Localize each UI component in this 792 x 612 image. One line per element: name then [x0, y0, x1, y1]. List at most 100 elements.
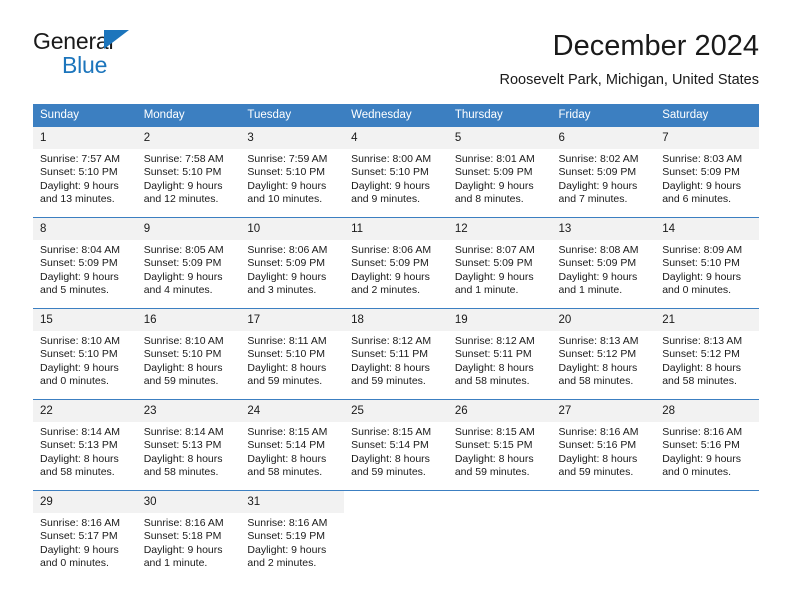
weekday-header-friday: Friday [551, 104, 656, 127]
daylight-text: Daylight: 8 hours and 59 minutes. [558, 452, 638, 479]
sunset-text: Sunset: 5:14 PM [351, 439, 429, 452]
sunrise-text: Sunrise: 8:12 AM [454, 335, 535, 347]
calendar-day-cell[interactable]: 4 Sunrise: 8:00 AM Sunset: 5:10 PM Dayli… [344, 126, 448, 218]
calendar-day-cell-empty [655, 490, 759, 581]
calendar-day-cell[interactable]: 11 Sunrise: 8:06 AM Sunset: 5:09 PM Dayl… [344, 217, 448, 309]
calendar-day-cell[interactable]: 14 Sunrise: 8:09 AM Sunset: 5:10 PM Dayl… [655, 217, 759, 309]
sunrise-text: Sunrise: 8:09 AM [662, 244, 743, 256]
calendar-day-cell[interactable]: 24 Sunrise: 8:15 AM Sunset: 5:14 PM Dayl… [240, 399, 345, 491]
calendar-day-cell[interactable]: 16 Sunrise: 8:10 AM Sunset: 5:10 PM Dayl… [136, 308, 241, 400]
calendar-day-cell[interactable]: 10 Sunrise: 8:06 AM Sunset: 5:09 PM Dayl… [240, 217, 345, 309]
day-info: Sunrise: 8:01 AM Sunset: 5:09 PM Dayligh… [448, 149, 552, 207]
calendar-header-row: Sunday Monday Tuesday Wednesday Thursday… [33, 104, 759, 127]
day-info: Sunrise: 8:12 AM Sunset: 5:11 PM Dayligh… [448, 331, 552, 389]
day-cell-content: 8 Sunrise: 8:04 AM Sunset: 5:09 PM Dayli… [33, 218, 137, 308]
calendar-week-row: 8 Sunrise: 8:04 AM Sunset: 5:09 PM Dayli… [33, 217, 759, 309]
sunrise-text: Sunrise: 8:15 AM [247, 426, 328, 438]
day-info: Sunrise: 8:15 AM Sunset: 5:15 PM Dayligh… [448, 422, 552, 480]
sunset-text: Sunset: 5:10 PM [143, 348, 222, 361]
sunset-text: Sunset: 5:09 PM [454, 257, 533, 270]
daylight-text: Daylight: 8 hours and 58 minutes. [454, 361, 534, 388]
calendar-day-cell[interactable]: 28 Sunrise: 8:16 AM Sunset: 5:16 PM Dayl… [655, 399, 759, 491]
daylight-text: Daylight: 9 hours and 1 minute. [143, 543, 223, 570]
sunset-text: Sunset: 5:09 PM [247, 257, 326, 270]
daylight-text: Daylight: 9 hours and 7 minutes. [558, 179, 638, 206]
calendar-day-cell[interactable]: 6 Sunrise: 8:02 AM Sunset: 5:09 PM Dayli… [551, 126, 656, 218]
sunrise-text: Sunrise: 8:07 AM [454, 244, 535, 256]
day-number: 20 [551, 309, 656, 331]
day-cell-content: 13 Sunrise: 8:08 AM Sunset: 5:09 PM Dayl… [551, 218, 656, 308]
calendar-day-cell[interactable]: 18 Sunrise: 8:12 AM Sunset: 5:11 PM Dayl… [344, 308, 448, 400]
day-info: Sunrise: 8:16 AM Sunset: 5:16 PM Dayligh… [655, 422, 759, 480]
day-number: 13 [551, 218, 656, 240]
sunrise-text: Sunrise: 8:01 AM [454, 153, 535, 165]
sunrise-text: Sunrise: 7:59 AM [247, 153, 328, 165]
calendar-day-cell[interactable]: 17 Sunrise: 8:11 AM Sunset: 5:10 PM Dayl… [240, 308, 345, 400]
calendar-day-cell[interactable]: 19 Sunrise: 8:12 AM Sunset: 5:11 PM Dayl… [447, 308, 552, 400]
logo-triangle-icon [104, 30, 129, 49]
day-number: 4 [344, 127, 448, 149]
calendar-day-cell[interactable]: 12 Sunrise: 8:07 AM Sunset: 5:09 PM Dayl… [447, 217, 552, 309]
day-cell-content: 5 Sunrise: 8:01 AM Sunset: 5:09 PM Dayli… [447, 127, 552, 217]
sunrise-text: Sunrise: 7:58 AM [143, 153, 224, 165]
day-cell-content: 1 Sunrise: 7:57 AM Sunset: 5:10 PM Dayli… [33, 127, 137, 217]
calendar-day-cell[interactable]: 7 Sunrise: 8:03 AM Sunset: 5:09 PM Dayli… [655, 126, 759, 218]
calendar-day-cell[interactable]: 20 Sunrise: 8:13 AM Sunset: 5:12 PM Dayl… [551, 308, 656, 400]
day-cell-content: 31 Sunrise: 8:16 AM Sunset: 5:19 PM Dayl… [240, 491, 345, 581]
calendar-day-cell[interactable]: 26 Sunrise: 8:15 AM Sunset: 5:15 PM Dayl… [447, 399, 552, 491]
sunset-text: Sunset: 5:09 PM [40, 257, 118, 270]
calendar-day-cell[interactable]: 8 Sunrise: 8:04 AM Sunset: 5:09 PM Dayli… [33, 217, 137, 309]
calendar-day-cell[interactable]: 21 Sunrise: 8:13 AM Sunset: 5:12 PM Dayl… [655, 308, 759, 400]
sunset-text: Sunset: 5:18 PM [143, 530, 222, 543]
daylight-text: Daylight: 9 hours and 9 minutes. [351, 179, 430, 206]
calendar-week-row: 1 Sunrise: 7:57 AM Sunset: 5:10 PM Dayli… [33, 126, 759, 218]
day-number [448, 491, 552, 513]
day-cell-content [655, 491, 759, 581]
daylight-text: Daylight: 8 hours and 59 minutes. [143, 361, 223, 388]
day-number: 14 [655, 218, 759, 240]
daylight-text: Daylight: 9 hours and 1 minute. [558, 270, 638, 297]
calendar-day-cell[interactable]: 5 Sunrise: 8:01 AM Sunset: 5:09 PM Dayli… [447, 126, 552, 218]
day-cell-content [344, 491, 448, 581]
day-cell-content: 25 Sunrise: 8:15 AM Sunset: 5:14 PM Dayl… [344, 400, 448, 490]
calendar-day-cell[interactable]: 25 Sunrise: 8:15 AM Sunset: 5:14 PM Dayl… [344, 399, 448, 491]
sunrise-text: Sunrise: 8:10 AM [143, 335, 224, 347]
weekday-header-thursday: Thursday [447, 104, 552, 127]
calendar-week-row: 15 Sunrise: 8:10 AM Sunset: 5:10 PM Dayl… [33, 308, 759, 400]
calendar-day-cell[interactable]: 27 Sunrise: 8:16 AM Sunset: 5:16 PM Dayl… [551, 399, 656, 491]
weekday-header-tuesday: Tuesday [240, 104, 345, 127]
calendar-day-cell[interactable]: 29 Sunrise: 8:16 AM Sunset: 5:17 PM Dayl… [33, 490, 137, 581]
daylight-text: Daylight: 8 hours and 58 minutes. [143, 452, 223, 479]
day-info: Sunrise: 7:59 AM Sunset: 5:10 PM Dayligh… [240, 149, 344, 207]
day-info: Sunrise: 8:13 AM Sunset: 5:12 PM Dayligh… [552, 331, 656, 389]
day-info: Sunrise: 8:06 AM Sunset: 5:09 PM Dayligh… [240, 240, 344, 298]
day-number: 10 [240, 218, 345, 240]
sunset-text: Sunset: 5:10 PM [662, 257, 740, 270]
calendar-container: Sunday Monday Tuesday Wednesday Thursday… [33, 104, 759, 581]
calendar-day-cell[interactable]: 2 Sunrise: 7:58 AM Sunset: 5:10 PM Dayli… [136, 126, 241, 218]
calendar-day-cell[interactable]: 1 Sunrise: 7:57 AM Sunset: 5:10 PM Dayli… [33, 126, 137, 218]
calendar-day-cell[interactable]: 9 Sunrise: 8:05 AM Sunset: 5:09 PM Dayli… [136, 217, 241, 309]
day-number: 7 [655, 127, 759, 149]
calendar-day-cell[interactable]: 3 Sunrise: 7:59 AM Sunset: 5:10 PM Dayli… [240, 126, 345, 218]
day-info: Sunrise: 7:57 AM Sunset: 5:10 PM Dayligh… [33, 149, 137, 207]
calendar-day-cell[interactable]: 31 Sunrise: 8:16 AM Sunset: 5:19 PM Dayl… [240, 490, 345, 581]
calendar-day-cell[interactable]: 13 Sunrise: 8:08 AM Sunset: 5:09 PM Dayl… [551, 217, 656, 309]
sunrise-text: Sunrise: 8:16 AM [40, 517, 120, 529]
sunrise-text: Sunrise: 8:12 AM [351, 335, 432, 347]
day-info: Sunrise: 8:14 AM Sunset: 5:13 PM Dayligh… [137, 422, 241, 480]
calendar-week-row: 22 Sunrise: 8:14 AM Sunset: 5:13 PM Dayl… [33, 399, 759, 491]
calendar-day-cell[interactable]: 23 Sunrise: 8:14 AM Sunset: 5:13 PM Dayl… [136, 399, 241, 491]
day-cell-content: 10 Sunrise: 8:06 AM Sunset: 5:09 PM Dayl… [240, 218, 345, 308]
day-info: Sunrise: 8:16 AM Sunset: 5:16 PM Dayligh… [552, 422, 656, 480]
calendar-day-cell[interactable]: 22 Sunrise: 8:14 AM Sunset: 5:13 PM Dayl… [33, 399, 137, 491]
day-cell-content: 30 Sunrise: 8:16 AM Sunset: 5:18 PM Dayl… [136, 491, 241, 581]
sunset-text: Sunset: 5:09 PM [454, 166, 533, 179]
sunrise-text: Sunrise: 8:03 AM [662, 153, 743, 165]
day-cell-content: 23 Sunrise: 8:14 AM Sunset: 5:13 PM Dayl… [136, 400, 241, 490]
calendar-day-cell[interactable]: 15 Sunrise: 8:10 AM Sunset: 5:10 PM Dayl… [33, 308, 137, 400]
calendar-day-cell[interactable]: 30 Sunrise: 8:16 AM Sunset: 5:18 PM Dayl… [136, 490, 241, 581]
daylight-text: Daylight: 8 hours and 59 minutes. [351, 361, 430, 388]
day-cell-content: 17 Sunrise: 8:11 AM Sunset: 5:10 PM Dayl… [240, 309, 345, 399]
day-info: Sunrise: 7:58 AM Sunset: 5:10 PM Dayligh… [137, 149, 241, 207]
